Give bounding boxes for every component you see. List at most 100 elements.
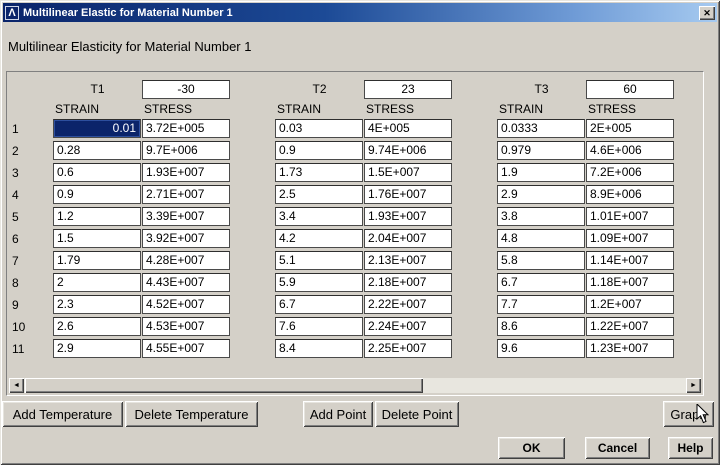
stress-cell[interactable]: 4.53E+007 [142, 317, 230, 336]
graph-button[interactable]: Graph [663, 401, 714, 427]
strain-cell[interactable]: 4.8 [497, 229, 585, 248]
row-number: 5 [12, 209, 19, 224]
strain-cell[interactable]: 5.9 [275, 273, 363, 292]
stress-cell[interactable]: 4.43E+007 [142, 273, 230, 292]
stress-cell[interactable]: 1.93E+007 [142, 163, 230, 182]
horizontal-scrollbar[interactable]: ◄ ► [9, 378, 701, 393]
scroll-right-icon[interactable]: ► [686, 378, 701, 393]
strain-cell[interactable]: 5.8 [497, 251, 585, 270]
close-icon[interactable]: ✕ [699, 5, 715, 20]
cancel-button[interactable]: Cancel [585, 437, 650, 459]
stress-cell[interactable]: 2.22E+007 [364, 295, 452, 314]
strain-cell[interactable]: 2.9 [497, 185, 585, 204]
table-row: 4 0.9 2.71E+007 2.5 1.76E+007 2.9 8.9E+006 [8, 185, 702, 204]
row-number: 7 [12, 253, 19, 268]
strain-cell[interactable]: 5.1 [275, 251, 363, 270]
stress-cell[interactable]: 3.39E+007 [142, 207, 230, 226]
stress-cell[interactable]: 4.28E+007 [142, 251, 230, 270]
stress-cell[interactable]: 2.71E+007 [142, 185, 230, 204]
strain-cell[interactable]: 9.6 [497, 339, 585, 358]
add-point-button[interactable]: Add Point [303, 401, 373, 427]
title-bar[interactable]: Λ Multilinear Elastic for Material Numbe… [3, 3, 717, 22]
strain-cell[interactable]: 2.6 [53, 317, 141, 336]
multilinear-elastic-dialog: Λ Multilinear Elastic for Material Numbe… [0, 0, 720, 465]
material-data-table: T1 -30 T2 23 T3 60 STRAIN STRESS STRAIN STRESS STR… [6, 71, 704, 396]
row-number: 4 [12, 187, 19, 202]
stress-cell[interactable]: 4.55E+007 [142, 339, 230, 358]
table-row: 1 0.01 3.72E+005 0.03 4E+005 0.0333 2E+005 [8, 119, 702, 138]
ansys-app-icon: Λ [5, 5, 19, 20]
ok-button[interactable]: OK [498, 437, 565, 459]
strain-cell[interactable]: 0.0333 [497, 119, 585, 138]
add-temperature-button[interactable]: Add Temperature [2, 401, 123, 427]
stress-cell[interactable]: 9.7E+006 [142, 141, 230, 160]
strain-stress-grid: T1 -30 T2 23 T3 60 STRAIN STRESS STRAIN STRESS STR… [8, 79, 702, 361]
stress-cell[interactable]: 1.09E+007 [586, 229, 674, 248]
stress-cell[interactable]: 1.01E+007 [586, 207, 674, 226]
stress-cell[interactable]: 3.72E+005 [142, 119, 230, 138]
delete-temperature-button[interactable]: Delete Temperature [125, 401, 258, 427]
stress-cell[interactable]: 2.13E+007 [364, 251, 452, 270]
stress-cell[interactable]: 2.18E+007 [364, 273, 452, 292]
stress-cell[interactable]: 1.2E+007 [586, 295, 674, 314]
strain-cell[interactable]: 7.7 [497, 295, 585, 314]
stress-cell[interactable]: 3.92E+007 [142, 229, 230, 248]
temperature-row: T1 -30 T2 23 T3 60 [8, 79, 702, 99]
row-number: 2 [12, 143, 19, 158]
scroll-left-icon[interactable]: ◄ [9, 378, 24, 393]
stress-cell[interactable]: 2.04E+007 [364, 229, 452, 248]
strain-cell[interactable]: 3.4 [275, 207, 363, 226]
strain-header: STRAIN [55, 101, 100, 116]
strain-cell[interactable]: 2.5 [275, 185, 363, 204]
strain-cell[interactable]: 1.73 [275, 163, 363, 182]
stress-cell[interactable]: 1.18E+007 [586, 273, 674, 292]
temperature-input[interactable]: 60 [586, 79, 674, 99]
table-row: 10 2.6 4.53E+007 7.6 2.24E+007 8.6 1.22E+007 [8, 317, 702, 336]
strain-cell[interactable]: 7.6 [275, 317, 363, 336]
strain-cell[interactable]: 0.9 [275, 141, 363, 160]
stress-cell[interactable]: 2.24E+007 [364, 317, 452, 336]
strain-cell[interactable]: 8.4 [275, 339, 363, 358]
stress-cell[interactable]: 1.14E+007 [586, 251, 674, 270]
stress-cell[interactable]: 1.76E+007 [364, 185, 452, 204]
row-number: 6 [12, 231, 19, 246]
strain-cell[interactable]: 4.2 [275, 229, 363, 248]
strain-cell[interactable]: 1.9 [497, 163, 585, 182]
stress-cell[interactable]: 2.25E+007 [364, 339, 452, 358]
strain-cell[interactable]: 1.79 [53, 251, 141, 270]
stress-cell[interactable]: 2E+005 [586, 119, 674, 138]
strain-cell[interactable]: 0.9 [53, 185, 141, 204]
stress-cell[interactable]: 1.93E+007 [364, 207, 452, 226]
strain-cell[interactable]: 2 [53, 273, 141, 292]
strain-cell[interactable]: 0.01 [53, 119, 141, 138]
strain-cell[interactable]: 6.7 [275, 295, 363, 314]
stress-cell[interactable]: 4.6E+006 [586, 141, 674, 160]
temperature-input[interactable]: -30 [142, 79, 230, 99]
stress-cell[interactable]: 1.22E+007 [586, 317, 674, 336]
strain-cell[interactable]: 2.9 [53, 339, 141, 358]
stress-cell[interactable]: 4.52E+007 [142, 295, 230, 314]
temperature-input[interactable]: 23 [364, 79, 452, 99]
strain-cell[interactable]: 1.5 [53, 229, 141, 248]
strain-cell[interactable]: 3.8 [497, 207, 585, 226]
strain-cell[interactable]: 2.3 [53, 295, 141, 314]
delete-point-button[interactable]: Delete Point [375, 401, 459, 427]
help-button[interactable]: Help [668, 437, 713, 459]
scrollbar-thumb[interactable] [25, 378, 423, 393]
strain-cell[interactable]: 0.979 [497, 141, 585, 160]
stress-cell[interactable]: 4E+005 [364, 119, 452, 138]
strain-cell[interactable]: 0.03 [275, 119, 363, 138]
window-title: Multilinear Elastic for Material Number … [23, 6, 233, 19]
stress-cell[interactable]: 7.2E+006 [586, 163, 674, 182]
strain-cell[interactable]: 0.6 [53, 163, 141, 182]
row-number: 10 [12, 319, 26, 334]
strain-cell[interactable]: 0.28 [53, 141, 141, 160]
stress-cell[interactable]: 1.23E+007 [586, 339, 674, 358]
stress-cell[interactable]: 8.9E+006 [586, 185, 674, 204]
strain-cell[interactable]: 1.2 [53, 207, 141, 226]
row-number: 8 [12, 275, 19, 290]
strain-cell[interactable]: 6.7 [497, 273, 585, 292]
stress-cell[interactable]: 1.5E+007 [364, 163, 452, 182]
stress-cell[interactable]: 9.74E+006 [364, 141, 452, 160]
strain-cell[interactable]: 8.6 [497, 317, 585, 336]
